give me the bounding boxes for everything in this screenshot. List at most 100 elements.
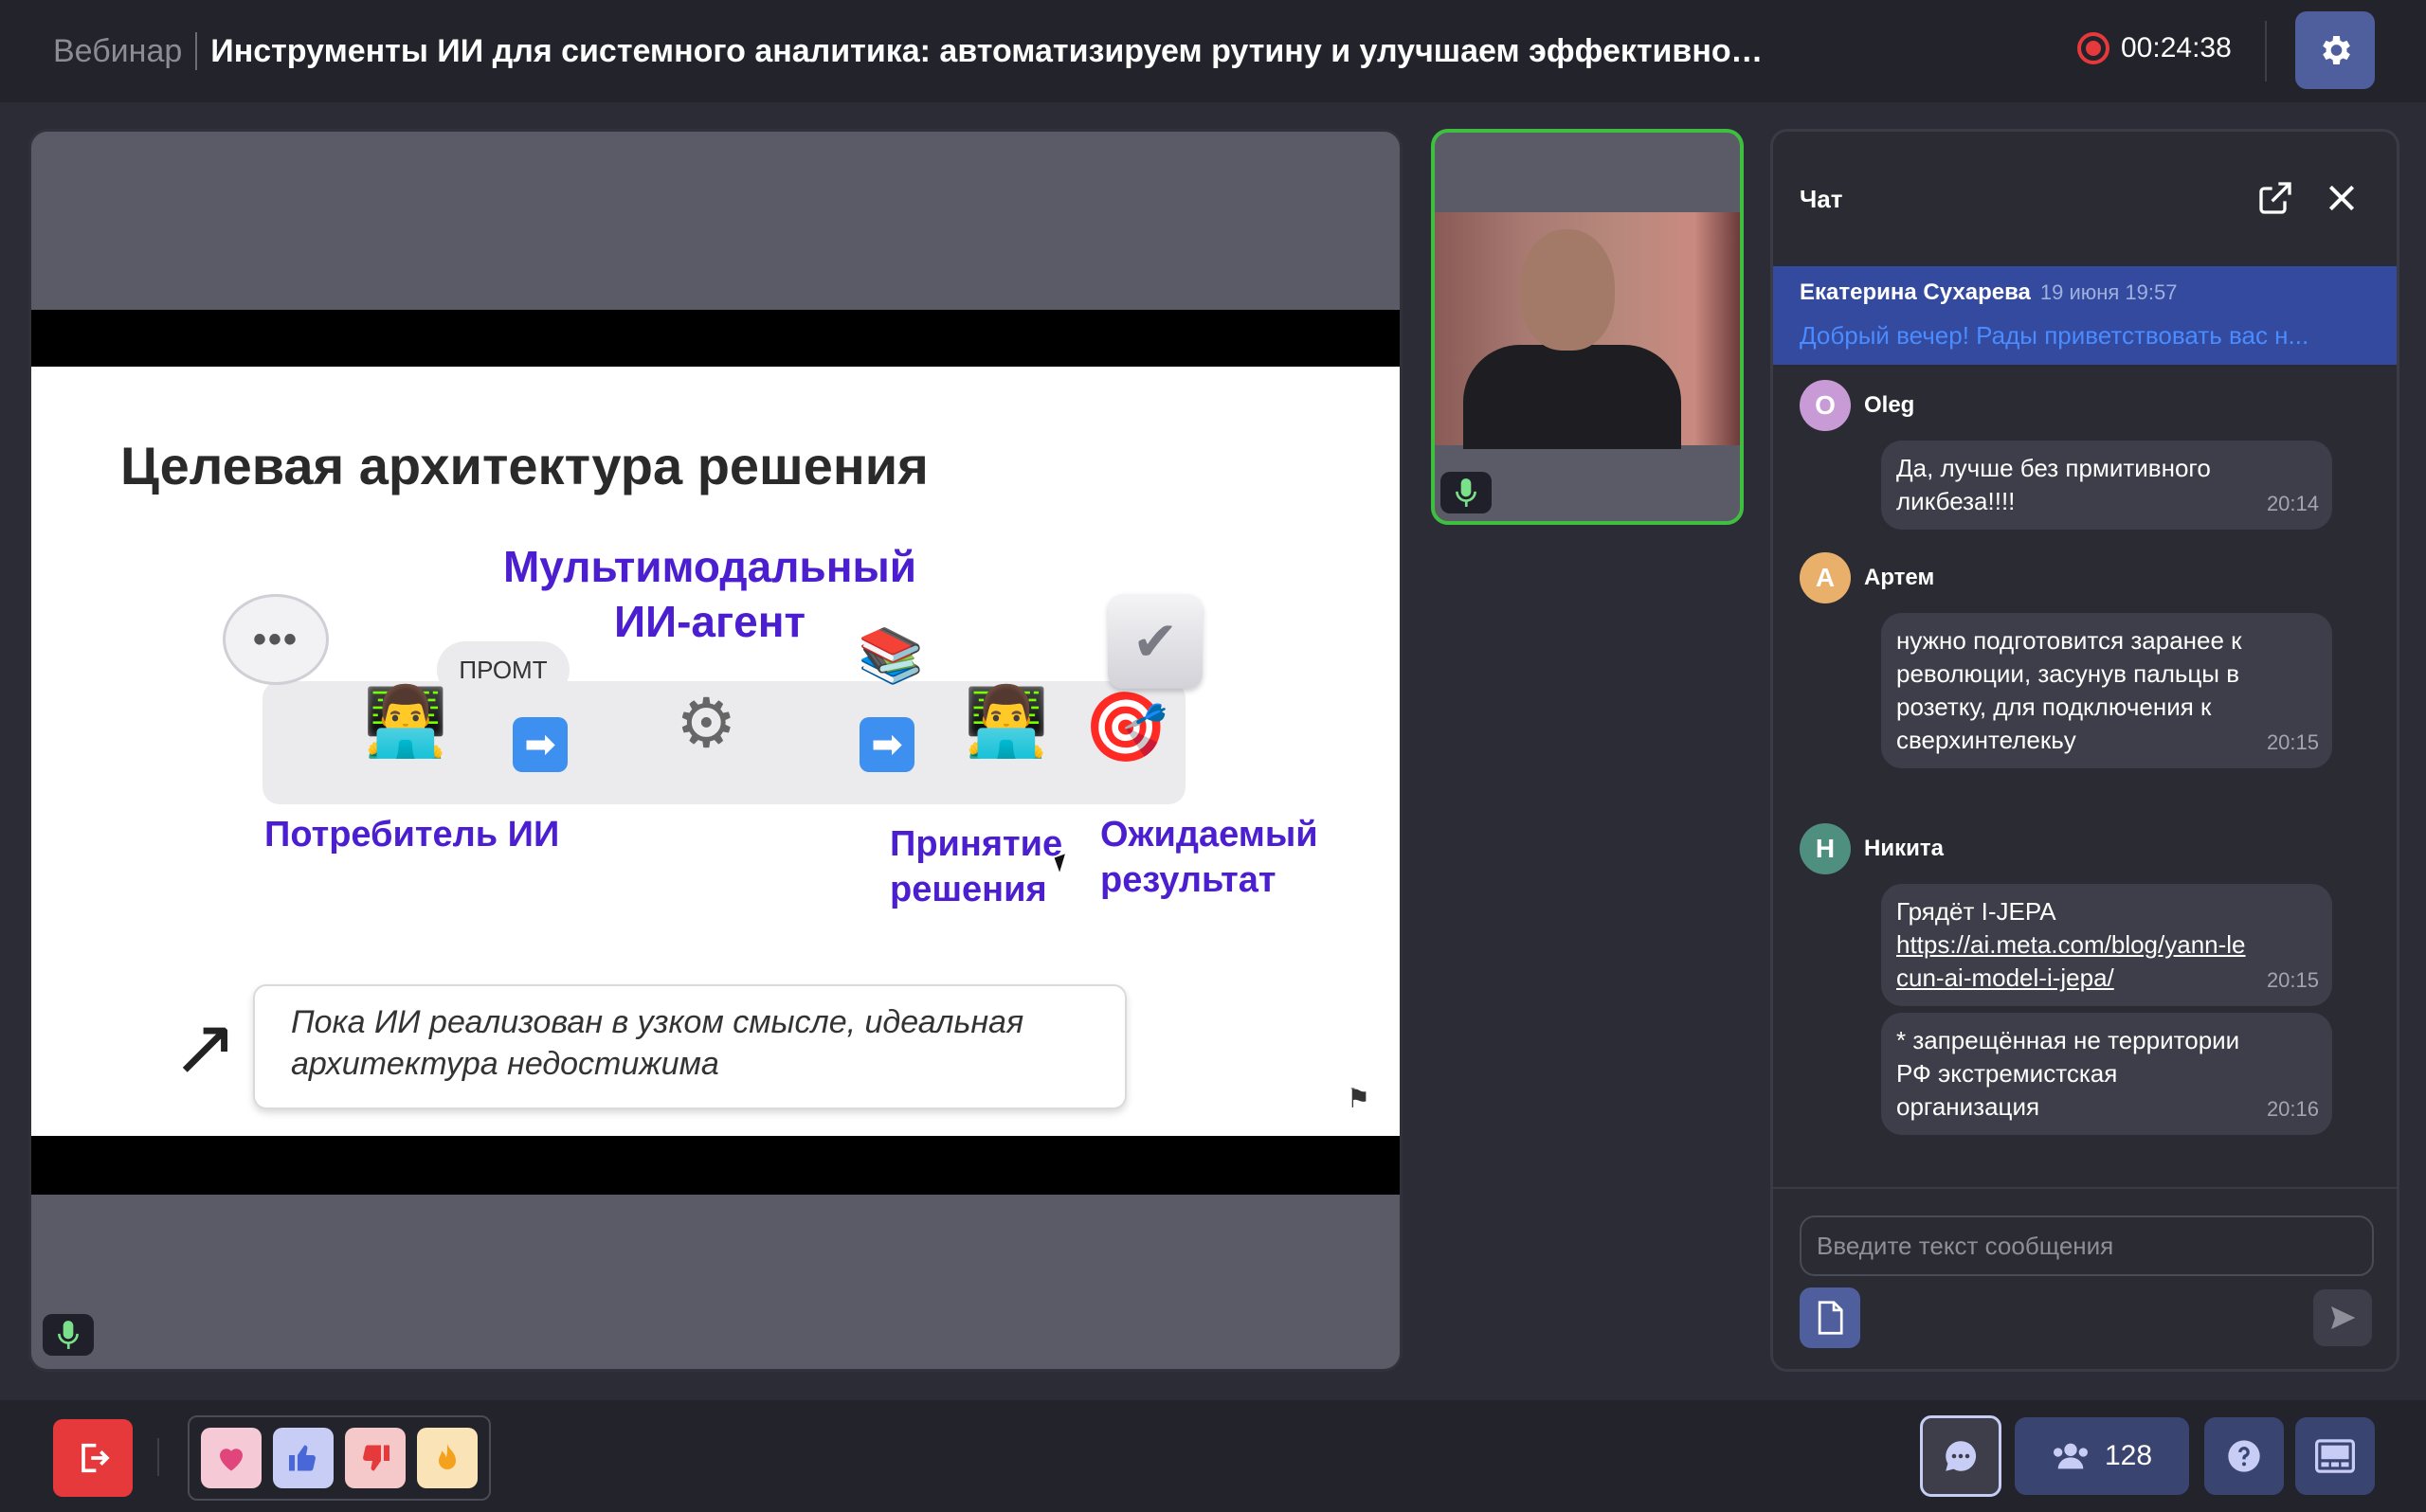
help-button[interactable] <box>2204 1417 2284 1495</box>
gear-process-icon: ⚙ <box>676 683 737 763</box>
message-time: 20:16 <box>2266 1097 2319 1121</box>
like-reaction-button[interactable] <box>273 1428 334 1488</box>
prompt-bubble: ПРОМТ <box>437 641 570 698</box>
file-icon <box>1818 1301 1843 1335</box>
speaker-body <box>1463 345 1681 449</box>
arrow-right-icon: ➡ <box>513 717 568 772</box>
webinar-title: Инструменты ИИ для системного аналитика:… <box>210 32 1765 69</box>
arrow-up-right-icon: ↗ <box>172 1000 239 1093</box>
reactions-group <box>188 1415 491 1501</box>
checkmark-icon: ✔ <box>1108 594 1203 689</box>
attach-file-button[interactable] <box>1800 1287 1860 1348</box>
pinned-message[interactable]: Екатерина Сухарева 19 июня 19:57 Добрый в… <box>1773 266 2397 365</box>
recording-timer: 00:24:38 <box>2121 32 2232 63</box>
message-time: 20:15 <box>2266 730 2319 754</box>
fire-reaction-button[interactable] <box>417 1428 478 1488</box>
message-link[interactable]: https://ai.meta.com/blog/yann-lecun-ai-m… <box>1896 930 2246 992</box>
arrow-right-icon-2: ➡ <box>860 717 914 772</box>
agent-label-line1: Мультимодальный <box>502 542 917 591</box>
thumbs-down-icon <box>363 1445 389 1471</box>
avatar: А <box>1800 552 1851 603</box>
pinned-text: Добрый вечер! Рады приветствовать вас н.… <box>1800 321 2309 350</box>
thumbs-up-icon <box>289 1445 316 1471</box>
slide-note: Пока ИИ реализован в узком смысле, идеал… <box>253 984 1127 1109</box>
people-icon <box>2053 1443 2088 1469</box>
speaker-video <box>1435 212 1740 449</box>
heart-reaction-button[interactable] <box>201 1428 262 1488</box>
pinned-author: Екатерина Сухарева <box>1800 279 2031 305</box>
leave-button[interactable] <box>53 1419 133 1497</box>
dislike-reaction-button[interactable] <box>345 1428 406 1488</box>
message-time: 20:15 <box>2266 968 2319 992</box>
slide-title: Целевая архитектура решения <box>120 436 929 495</box>
message-author: Никита <box>1864 836 1944 861</box>
slide-note-line1: Пока ИИ реализован в узком смысле, идеал… <box>291 1004 1024 1040</box>
message-header-nikita: Н Никита <box>1800 823 1944 874</box>
message-text: нужно подготовится заранее к революции, … <box>1896 626 2242 754</box>
avatar: Н <box>1800 823 1851 874</box>
presentation-slide: Целевая архитектура решения Мультимодаль… <box>31 367 1400 1136</box>
exit-icon <box>81 1443 110 1473</box>
chat-message: Грядёт I-JEPA https://ai.meta.com/blog/y… <box>1881 884 2332 1006</box>
heart-icon <box>220 1449 243 1471</box>
open-chat-external-button[interactable] <box>2256 179 2294 217</box>
microphone-icon <box>58 1321 79 1349</box>
message-text: Грядёт I-JEPA <box>1896 897 2056 926</box>
speaker-mic-button[interactable] <box>1440 472 1492 513</box>
pinned-header: Екатерина Сухарева 19 июня 19:57 <box>1800 279 2370 306</box>
message-text: Да, лучше без прмитивного ликбеза!!!! <box>1896 454 2211 515</box>
header-vertical-divider <box>2265 21 2267 81</box>
books-icon: 📚 <box>858 625 924 687</box>
target-icon: 🎯 <box>1083 687 1168 766</box>
send-button[interactable] <box>2313 1289 2372 1346</box>
letterbox-bottom <box>31 1136 1400 1195</box>
microphone-icon <box>1456 478 1476 507</box>
slide-logo-icon: ⚑ <box>1347 1084 1371 1113</box>
message-header-oleg: O Oleg <box>1800 380 1914 431</box>
speech-bubble-icon: ••• <box>223 594 329 685</box>
message-author: Oleg <box>1864 392 1915 418</box>
consumer-label: Потребитель ИИ <box>264 815 560 855</box>
close-icon <box>2328 185 2355 211</box>
slide-note-line2: архитектура недостижима <box>291 1046 719 1082</box>
header-divider <box>195 32 198 70</box>
chat-toggle-button[interactable] <box>1920 1415 2001 1497</box>
chat-panel: Чат Екатерина Сухарева 19 июня 19:57 Добр… <box>1770 129 2399 1372</box>
message-header-artem: А Артем <box>1800 552 1934 603</box>
close-chat-button[interactable] <box>2323 179 2361 217</box>
presentation-panel[interactable]: Целевая архитектура решения Мультимодаль… <box>28 129 1403 1372</box>
bottom-toolbar: 128 <box>0 1400 2426 1512</box>
recording-indicator: 00:24:38 <box>2077 32 2232 64</box>
toolbar-divider <box>157 1438 159 1476</box>
message-text: * запрещённая не территории РФ экстремис… <box>1896 1026 2240 1121</box>
send-icon <box>2331 1306 2356 1329</box>
event-type-label: Вебинар <box>53 32 183 69</box>
result-label-line1: Ожидаемый <box>1100 815 1318 855</box>
speaker-head <box>1520 229 1615 351</box>
chat-icon <box>1946 1441 1977 1471</box>
settings-button[interactable] <box>2295 11 2375 89</box>
decision-label: Принятие решения <box>890 821 1062 912</box>
chat-message: нужно подготовится заранее к революции, … <box>1881 613 2332 768</box>
decision-maker-icon: 👨‍💻 <box>964 681 1049 761</box>
message-time: 20:14 <box>2266 492 2319 515</box>
speaker-video-tile[interactable] <box>1431 129 1744 525</box>
chat-title: Чат <box>1800 185 1843 213</box>
record-icon <box>2077 32 2109 64</box>
chat-message: * запрещённая не территории РФ экстремис… <box>1881 1013 2332 1135</box>
consumer-laptop-icon: 👨‍💻 <box>363 681 448 761</box>
participants-button[interactable]: 128 <box>2015 1417 2189 1495</box>
layout-icon <box>2315 1439 2355 1473</box>
fire-icon <box>439 1444 456 1469</box>
decision-label-line1: Принятие <box>890 824 1063 864</box>
decision-label-line2: решения <box>890 870 1047 909</box>
result-label: Ожидаемый результат <box>1100 812 1318 903</box>
chat-message: Да, лучше без прмитивного ликбеза!!!! 20… <box>1881 441 2332 530</box>
presentation-mic-button[interactable] <box>43 1314 94 1356</box>
message-author: Артем <box>1864 565 1935 590</box>
result-label-line2: результат <box>1100 860 1276 900</box>
layout-button[interactable] <box>2295 1417 2375 1495</box>
avatar: O <box>1800 380 1851 431</box>
message-input[interactable] <box>1800 1215 2374 1276</box>
help-icon <box>2228 1440 2260 1472</box>
